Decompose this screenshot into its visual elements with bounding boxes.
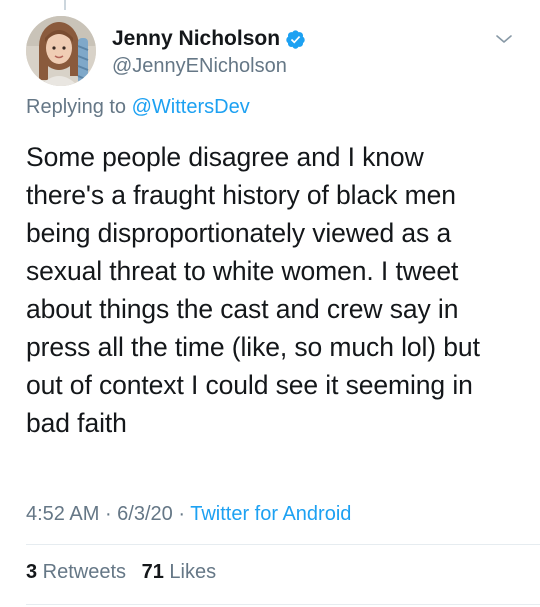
replying-to: Replying to @WittersDev [26, 96, 250, 119]
thread-connector-line [64, 0, 66, 10]
tweet-text-line: press all the time (like, so much lol) b… [26, 332, 480, 362]
divider [26, 544, 540, 545]
author-handle[interactable]: @JennyENicholson [112, 55, 306, 78]
retweets-label: Retweets [37, 561, 127, 583]
divider [26, 604, 540, 605]
likes-label: Likes [163, 561, 217, 583]
verified-badge-icon [285, 29, 306, 50]
avatar[interactable] [26, 16, 96, 86]
tweet-stats: 3 Retweets 71 Likes [26, 561, 226, 584]
meta-separator: · [172, 503, 191, 525]
tweet-date[interactable]: 6/3/20 [117, 503, 173, 525]
tweet-text-line: out of context I could see it seeming in [26, 370, 473, 400]
tweet-text-line: sexual threat to white women. I tweet [26, 256, 459, 286]
display-name[interactable]: Jenny Nicholson [112, 27, 280, 51]
tweet-time[interactable]: 4:52 AM [26, 503, 99, 525]
retweets-count: 3 [26, 561, 38, 583]
avatar-image [26, 16, 96, 86]
replying-to-prefix: Replying to [26, 96, 132, 118]
tweet-text: Some people disagree and I know there's … [26, 138, 518, 442]
meta-separator: · [99, 503, 118, 525]
author-names: Jenny Nicholson @JennyENicholson [112, 26, 306, 78]
likes-count: 71 [141, 561, 164, 583]
tweet-source-link[interactable]: Twitter for Android [190, 503, 351, 525]
chevron-down-icon[interactable] [494, 32, 514, 46]
likes-stat[interactable]: 71 Likes [142, 561, 217, 583]
retweets-stat[interactable]: 3 Retweets [26, 561, 126, 583]
tweet-text-line: Some people disagree and I know [26, 142, 424, 172]
display-name-row: Jenny Nicholson [112, 26, 306, 52]
tweet-text-line: being disproportionately viewed as a [26, 218, 452, 248]
tweet-text-line: about things the cast and crew say in [26, 294, 459, 324]
reply-handle-link[interactable]: @WittersDev [132, 96, 250, 118]
tweet-header: Jenny Nicholson @JennyENicholson [26, 16, 518, 88]
tweet-meta: 4:52 AM · 6/3/20 · Twitter for Android [26, 503, 351, 526]
tweet-text-line: there's a fraught history of black men [26, 180, 456, 210]
tweet-text-line: bad faith [26, 408, 127, 438]
